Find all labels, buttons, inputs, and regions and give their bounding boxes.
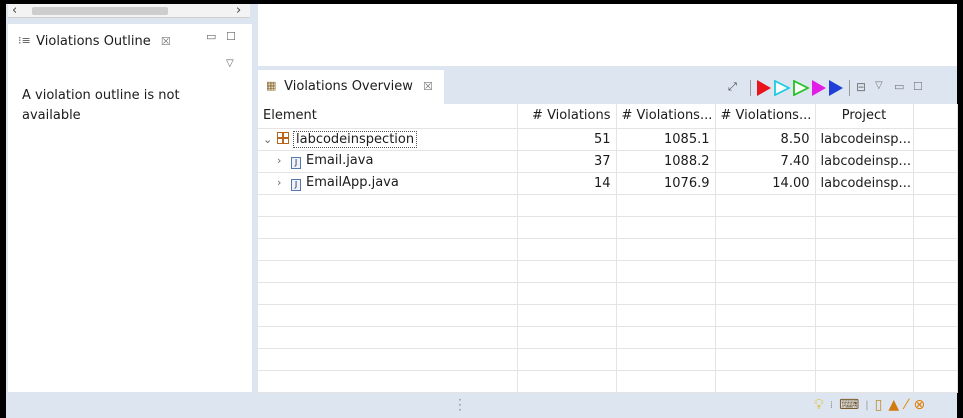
violations-table: Element # Violations # Violations... # V… bbox=[258, 104, 958, 393]
maximize-icon[interactable]: ☐ bbox=[913, 80, 929, 96]
chevron-right-icon[interactable]: › bbox=[277, 176, 291, 189]
element-name: labcodeinspection bbox=[293, 130, 418, 148]
table-row[interactable]: › J EmailApp.java 14 1076.9 14.00 labcodei… bbox=[258, 172, 958, 195]
violations-count: 14 bbox=[517, 172, 617, 195]
table-header-row: Element # Violations # Violations... # V… bbox=[258, 104, 958, 129]
window-frame-left bbox=[0, 0, 6, 418]
java-file-icon: J bbox=[291, 157, 301, 169]
lightbulb-icon[interactable]: 💡︎ bbox=[814, 397, 824, 413]
outline-tab-label: Violations Outline bbox=[36, 34, 151, 49]
sync-icon[interactable]: ⊗ bbox=[913, 397, 925, 413]
toolbar-separator bbox=[750, 80, 751, 96]
violations-outline-panel: ⁝≡ Violations Outline ☒ ▭ ☐ ▽ A violatio… bbox=[8, 24, 252, 392]
empty-row bbox=[258, 370, 958, 393]
project-name: labcodeinsp... bbox=[815, 172, 914, 195]
overview-tab-label: Violations Overview bbox=[284, 79, 413, 94]
empty-row bbox=[258, 216, 958, 239]
overview-toolbar: ⤢ ⊟ ▽ ▭ ☐ bbox=[728, 79, 929, 97]
violations-overview-panel: ▦ Violations Overview ☒ ⤢ ⊟ ▽ ▭ ☐ Elemen… bbox=[258, 70, 958, 393]
column-header-element[interactable]: Element bbox=[258, 104, 518, 129]
empty-row bbox=[258, 304, 958, 327]
violations-value-3: 7.40 bbox=[715, 150, 816, 173]
status-bar-handle[interactable]: · · · bbox=[458, 394, 462, 416]
empty-row bbox=[258, 326, 958, 349]
column-header-violations-3[interactable]: # Violations... bbox=[715, 104, 816, 129]
column-header-violations[interactable]: # Violations bbox=[517, 104, 617, 129]
scroll-right-arrow-icon[interactable]: › bbox=[236, 3, 241, 18]
overview-table-icon: ▦ bbox=[266, 79, 277, 92]
violations-value-3: 8.50 bbox=[715, 128, 816, 151]
green-priority-filter-icon[interactable] bbox=[793, 80, 809, 96]
table-row[interactable]: ⌄ labcodeinspection 51 1085.1 8.50 labcod… bbox=[258, 128, 958, 151]
cyan-priority-filter-icon[interactable] bbox=[774, 80, 790, 96]
empty-row bbox=[258, 260, 958, 283]
violations-value-2: 1076.9 bbox=[616, 172, 716, 195]
outline-list-icon: ⁝≡ bbox=[18, 34, 31, 47]
scrollbar-thumb[interactable] bbox=[32, 7, 168, 15]
toolbar-separator bbox=[849, 80, 850, 96]
package-icon bbox=[277, 131, 289, 144]
collapse-icon[interactable]: ⤢ bbox=[728, 80, 744, 96]
scroll-left-arrow-icon[interactable]: ‹ bbox=[12, 3, 17, 18]
blue-priority-filter-icon[interactable] bbox=[829, 80, 843, 96]
close-icon[interactable]: ☒ bbox=[423, 80, 433, 93]
java-file-icon: J bbox=[291, 179, 301, 191]
status-separator: | bbox=[865, 399, 869, 411]
empty-row bbox=[258, 194, 958, 217]
red-priority-filter-icon[interactable] bbox=[757, 80, 771, 96]
element-name: EmailApp.java bbox=[306, 175, 399, 190]
project-name: labcodeinsp... bbox=[815, 128, 914, 151]
violations-count: 37 bbox=[517, 150, 617, 173]
chevron-down-icon[interactable]: ⌄ bbox=[263, 133, 277, 146]
overview-panel-header: ▦ Violations Overview ☒ ⤢ ⊟ ▽ ▭ ☐ bbox=[258, 70, 957, 104]
chevron-right-icon[interactable]: › bbox=[277, 154, 291, 167]
magenta-priority-filter-icon[interactable] bbox=[812, 80, 826, 96]
status-separator: ⁞ bbox=[829, 399, 833, 411]
minimize-icon[interactable]: ▭ bbox=[206, 30, 216, 43]
minimize-icon[interactable]: ▭ bbox=[894, 80, 910, 96]
book-icon[interactable]: ▯ bbox=[875, 397, 883, 413]
maximize-icon[interactable]: ☐ bbox=[226, 30, 236, 43]
view-menu-icon[interactable]: ▽ bbox=[226, 58, 234, 69]
status-bar-icons: 💡︎ ⁞ ⌨ | ▯ ▲ ⁄ ⊗ bbox=[814, 397, 925, 413]
collapse-all-icon[interactable]: ⊟ bbox=[856, 80, 872, 96]
violations-count: 51 bbox=[517, 128, 617, 151]
tab-violations-overview[interactable]: ▦ Violations Overview ☒ bbox=[258, 70, 444, 104]
table-row[interactable]: › J Email.java 37 1088.2 7.40 labcodeinsp.… bbox=[258, 150, 958, 173]
violations-value-2: 1088.2 bbox=[616, 150, 716, 173]
status-bar: · · · 💡︎ ⁞ ⌨ | ▯ ▲ ⁄ ⊗ bbox=[6, 394, 957, 418]
view-menu-icon[interactable]: ▽ bbox=[875, 80, 891, 96]
tab-violations-outline[interactable]: ⁝≡ Violations Outline ☒ bbox=[8, 28, 179, 58]
graduation-cap-icon[interactable]: ▲ bbox=[888, 397, 899, 413]
empty-row bbox=[258, 348, 958, 371]
column-header-violations-2[interactable]: # Violations... bbox=[616, 104, 716, 129]
column-header-filler bbox=[913, 104, 958, 129]
outline-panel-header: ⁝≡ Violations Outline ☒ ▭ ☐ bbox=[8, 24, 252, 58]
wand-icon[interactable]: ⁄ bbox=[905, 397, 907, 413]
window-frame-right bbox=[957, 0, 963, 418]
violations-value-3: 14.00 bbox=[715, 172, 816, 195]
outline-empty-message: A violation outline is not available bbox=[22, 88, 180, 123]
code-review-icon[interactable]: ⌨ bbox=[839, 397, 859, 413]
column-header-project[interactable]: Project bbox=[815, 104, 914, 129]
project-name: labcodeinsp... bbox=[815, 150, 914, 173]
horizontal-scrollbar[interactable]: ‹ › bbox=[8, 3, 250, 18]
element-name: Email.java bbox=[306, 153, 374, 168]
empty-row bbox=[258, 282, 958, 305]
close-icon[interactable]: ☒ bbox=[161, 35, 171, 48]
editor-area bbox=[258, 4, 957, 66]
violations-value-2: 1085.1 bbox=[616, 128, 716, 151]
empty-row bbox=[258, 238, 958, 261]
